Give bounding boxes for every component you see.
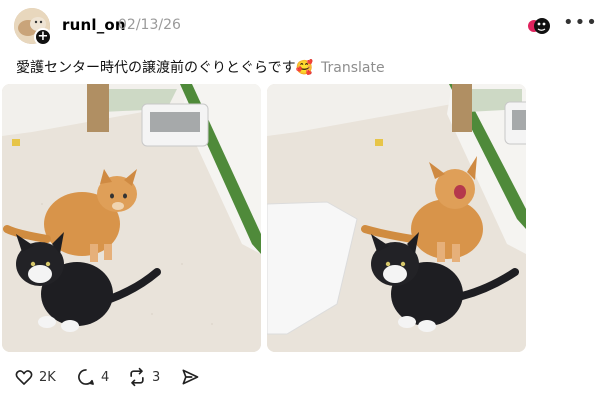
heart-icon: [15, 370, 33, 385]
post-header: + runl_on 02/13/26 •••: [0, 0, 600, 56]
ai-badge-icon[interactable]: [526, 16, 552, 36]
reply-count: 4: [101, 369, 110, 385]
username[interactable]: runl_on: [62, 16, 126, 34]
translate-link[interactable]: Translate: [321, 60, 385, 76]
post-date: 02/13/26: [118, 17, 181, 33]
plus-icon[interactable]: +: [34, 28, 52, 46]
reply-button[interactable]: 4: [76, 364, 109, 390]
repost-icon: [130, 367, 144, 387]
post-actions: 2K 4 3: [0, 364, 600, 390]
share-button[interactable]: [180, 364, 200, 390]
comment-icon: [78, 369, 94, 385]
like-count: 2K: [39, 369, 56, 385]
post-photo-2[interactable]: [267, 84, 526, 352]
repost-count: 3: [152, 369, 161, 385]
like-button[interactable]: 2K: [14, 364, 56, 390]
repost-button[interactable]: 3: [127, 364, 160, 390]
post-photo-1[interactable]: [2, 84, 261, 352]
share-icon: [182, 369, 199, 385]
post-body: 愛護センター時代の譲渡前のぐりとぐらです🥰: [16, 60, 314, 76]
post-text: 愛護センター時代の譲渡前のぐりとぐらです🥰 Translate: [16, 57, 385, 77]
more-icon[interactable]: •••: [563, 12, 597, 34]
